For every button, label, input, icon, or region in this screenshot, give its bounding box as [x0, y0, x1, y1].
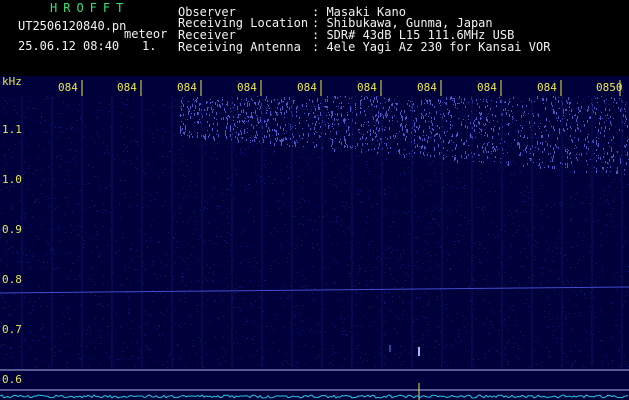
frequency-unit-label: kHz: [2, 76, 22, 88]
time-tick-label: 084: [117, 81, 137, 94]
header-panel: HROFFT UT2506120840.pn meteor 25.06.12 0…: [0, 0, 629, 76]
frequency-tick-label: 0.7: [2, 323, 22, 336]
frequency-tick-label: 0.6: [2, 373, 22, 386]
grid-layer: [21, 80, 623, 368]
time-tick-label: 084: [237, 81, 257, 94]
file-name: UT2506120840.pn: [18, 19, 127, 33]
time-tick-label: 0850: [596, 81, 623, 94]
frame-number: 1.: [142, 39, 157, 53]
time-tick-label: 084: [537, 81, 557, 94]
time-tick-label: 084: [58, 81, 78, 94]
spectrogram-display: kHz 1.1 1.0 0.9 0.8 0.7 0.6 084 084 084 084 084 08…: [0, 76, 629, 400]
time-tick-label: 084: [417, 81, 437, 94]
frequency-tick-label: 0.8: [2, 273, 22, 286]
time-tick-label: 084: [357, 81, 377, 94]
time-tick-label: 084: [177, 81, 197, 94]
spectrogram-background: [0, 76, 629, 400]
antenna-value: : 4ele Yagi Az 230 for Kansai VOR: [312, 40, 551, 54]
date-time: 25.06.12 08:40: [18, 39, 120, 53]
time-tick-label: 084: [477, 81, 497, 94]
frequency-tick-label: 0.9: [2, 223, 22, 236]
app-title: HROFFT: [50, 1, 130, 15]
antenna-label: Receiving Antenna: [178, 40, 301, 54]
frequency-tick-label: 1.0: [2, 173, 22, 186]
time-tick-label: 084: [297, 81, 317, 94]
frequency-tick-label: 1.1: [2, 123, 22, 136]
